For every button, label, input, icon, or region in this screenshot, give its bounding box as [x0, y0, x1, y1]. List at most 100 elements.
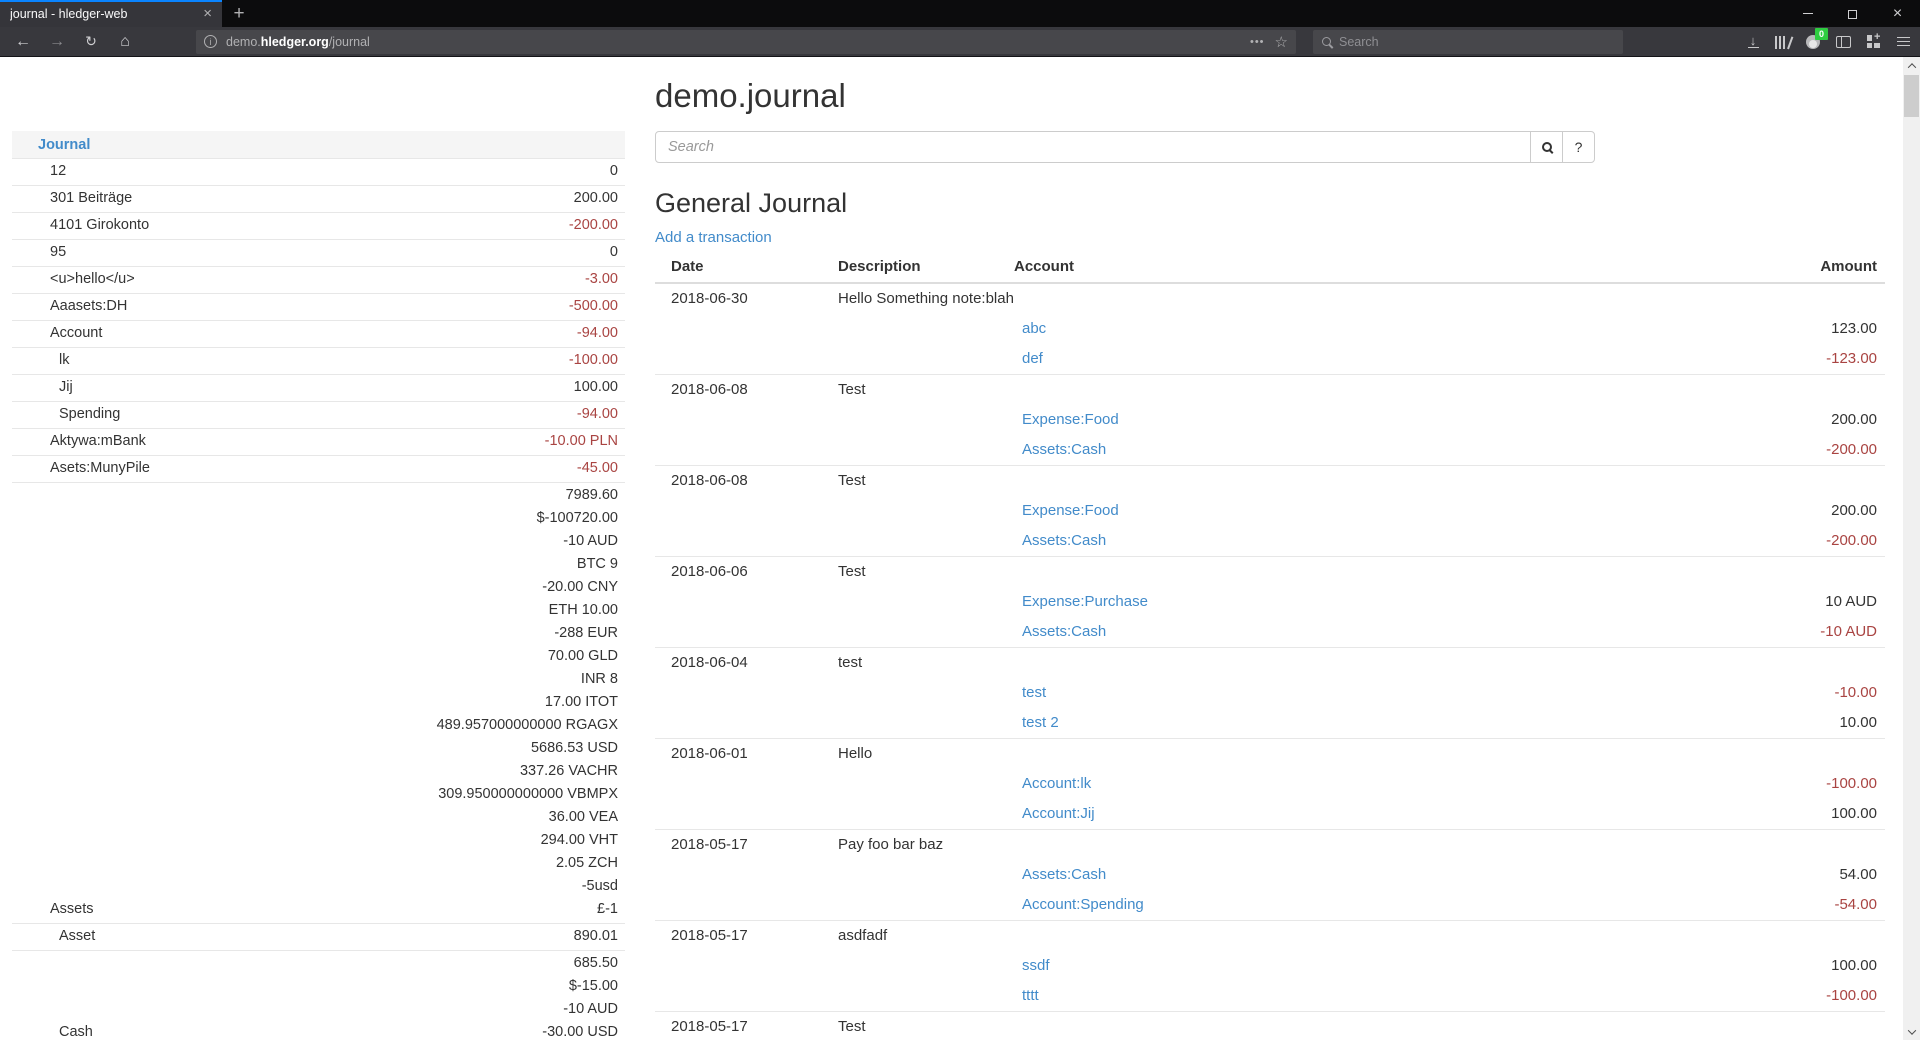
- back-button[interactable]: ←: [6, 29, 40, 55]
- posting-account-link[interactable]: ssdf: [1022, 957, 1050, 974]
- account-balances: 0: [610, 241, 625, 264]
- extension-button[interactable]: 0: [1798, 29, 1828, 55]
- posting-account-link[interactable]: Assets:Cash: [1022, 532, 1106, 549]
- journal-link[interactable]: Journal: [38, 137, 90, 153]
- posting-amount: -10.00: [1755, 678, 1885, 708]
- posting-account-link[interactable]: Account:lk: [1022, 775, 1091, 792]
- scrollbar-thumb[interactable]: [1904, 75, 1919, 117]
- scroll-up-icon[interactable]: [1903, 57, 1920, 74]
- search-input[interactable]: [655, 131, 1531, 163]
- new-tab-button[interactable]: +: [222, 0, 256, 27]
- home-button[interactable]: ⌂: [108, 29, 142, 55]
- url-domain: hledger.org: [261, 35, 329, 49]
- account-link[interactable]: Asset: [12, 925, 95, 948]
- menu-button[interactable]: [1888, 29, 1918, 55]
- add-transaction-link[interactable]: Add a transaction: [655, 229, 772, 246]
- account-link[interactable]: 95: [12, 241, 66, 264]
- account-link[interactable]: Aktywa:mBank: [12, 430, 146, 453]
- posting-account-link[interactable]: Assets:Cash: [1022, 866, 1106, 883]
- close-button[interactable]: ×: [1875, 0, 1920, 27]
- restore-button[interactable]: [1830, 0, 1875, 27]
- account-balance: 17.00 ITOT: [437, 691, 618, 714]
- posting-account-link[interactable]: def: [1022, 350, 1043, 367]
- posting-account-link[interactable]: Expense:Food: [1022, 411, 1119, 428]
- journal-table: Date Description Account Amount 2018-06-…: [655, 252, 1885, 1040]
- posting-account-link[interactable]: Account:Jij: [1022, 805, 1095, 822]
- account-balance: 0: [610, 241, 618, 264]
- account-balance: -3.00: [585, 268, 618, 291]
- account-balances: -500.00: [569, 295, 625, 318]
- extensions-grid-button[interactable]: +: [1858, 29, 1888, 55]
- account-link[interactable]: 4101 Girokonto: [12, 214, 149, 237]
- site-info-icon[interactable]: i: [204, 35, 217, 48]
- reload-button[interactable]: ↻: [74, 29, 108, 55]
- account-balance: -94.00: [577, 403, 618, 426]
- restore-icon: [1848, 10, 1857, 19]
- posting-account-link[interactable]: abc: [1022, 320, 1046, 337]
- search-button[interactable]: [1530, 131, 1563, 163]
- account-link[interactable]: Account: [12, 322, 102, 345]
- posting-account-link[interactable]: test 2: [1022, 714, 1059, 731]
- account-balance: -45.00: [577, 457, 618, 480]
- sidebar: Journal 12 0 301 Beiträge 200.00 4101 Giroko…: [12, 131, 625, 1040]
- account-row: Jij 100.00: [12, 374, 625, 401]
- section-heading: General Journal: [655, 188, 1885, 219]
- tab-close-icon[interactable]: ×: [201, 6, 214, 21]
- search-icon: [1542, 142, 1552, 152]
- posting-amount: 10 AUD: [1755, 587, 1885, 617]
- account-link[interactable]: Cash: [12, 1021, 93, 1040]
- posting-account-link[interactable]: Expense:Food: [1022, 502, 1119, 519]
- library-icon: [1775, 35, 1791, 49]
- account-balance: 0: [610, 160, 618, 183]
- account-link[interactable]: Asets:MunyPile: [12, 457, 150, 480]
- window-controls: ×: [1785, 0, 1920, 27]
- toolbar-icons: ↓ 0 +: [1738, 29, 1918, 55]
- browser-search-bar[interactable]: Search: [1313, 30, 1623, 54]
- posting-account-link[interactable]: Assets:Cash: [1022, 623, 1106, 640]
- account-balance: 200.00: [574, 187, 618, 210]
- account-balances: -10.00 PLN: [545, 430, 625, 453]
- posting-account-link[interactable]: Expense:Purchase: [1022, 593, 1148, 610]
- scroll-down-icon[interactable]: [1903, 1023, 1920, 1040]
- table-header-row: Date Description Account Amount: [655, 252, 1885, 284]
- url-bar[interactable]: i demo.hledger.org/journal ••• ☆: [196, 30, 1296, 54]
- library-button[interactable]: [1768, 29, 1798, 55]
- posting-account-link[interactable]: Assets:Cash: [1022, 441, 1106, 458]
- forward-button[interactable]: →: [40, 29, 74, 55]
- bookmark-star-icon[interactable]: ☆: [1275, 33, 1288, 51]
- hledger-page: Journal 12 0 301 Beiträge 200.00 4101 Giroko…: [0, 57, 1920, 1040]
- url-prefix: demo.: [226, 35, 261, 49]
- posting-account-link[interactable]: test: [1022, 684, 1046, 701]
- posting-account-link[interactable]: Account:Spending: [1022, 896, 1144, 913]
- page-scrollbar[interactable]: [1903, 57, 1920, 1040]
- transaction-description: asdfadf: [838, 921, 1014, 951]
- account-link[interactable]: 12: [12, 160, 66, 183]
- account-balances: 7989.60$-100720.00-10 AUDBTC 9-20.00 CNY…: [437, 484, 625, 921]
- account-link[interactable]: 301 Beiträge: [12, 187, 132, 210]
- sidebar-toggle-button[interactable]: [1828, 29, 1858, 55]
- transaction-date: 2018-06-30: [655, 284, 838, 314]
- account-balance: -100.00: [569, 349, 618, 372]
- account-link[interactable]: lk: [12, 349, 69, 372]
- transaction-row: 2018-06-01HelloAccount:lk-100.00Account:…: [655, 738, 1885, 829]
- transaction-row: 2018-05-17asdfadfssdf100.00tttt-100.00: [655, 920, 1885, 1011]
- account-balance: 100.00: [574, 376, 618, 399]
- account-link[interactable]: Jij: [12, 376, 73, 399]
- account-balance: 70.00 GLD: [437, 645, 618, 668]
- posting-account-link[interactable]: tttt: [1022, 987, 1039, 1004]
- search-icon: [1322, 37, 1331, 46]
- account-link[interactable]: <u>hello</u>: [12, 268, 135, 291]
- active-tab-accent: [0, 0, 222, 2]
- account-link[interactable]: Assets: [12, 898, 94, 921]
- search-help-button[interactable]: ?: [1562, 131, 1595, 163]
- page-actions-icon[interactable]: •••: [1250, 36, 1265, 48]
- account-link[interactable]: Spending: [12, 403, 120, 426]
- account-link[interactable]: Aaasets:DH: [12, 295, 127, 318]
- transaction-date: 2018-06-01: [655, 739, 838, 769]
- posting-amount: 123.00: [1755, 314, 1885, 344]
- posting-amount: -100.00: [1755, 769, 1885, 799]
- browser-tab[interactable]: journal - hledger-web ×: [0, 0, 222, 27]
- downloads-button[interactable]: ↓: [1738, 29, 1768, 55]
- minimize-button[interactable]: [1785, 0, 1830, 27]
- account-balances: 685.50$-15.00-10 AUD-30.00 USD: [542, 952, 625, 1040]
